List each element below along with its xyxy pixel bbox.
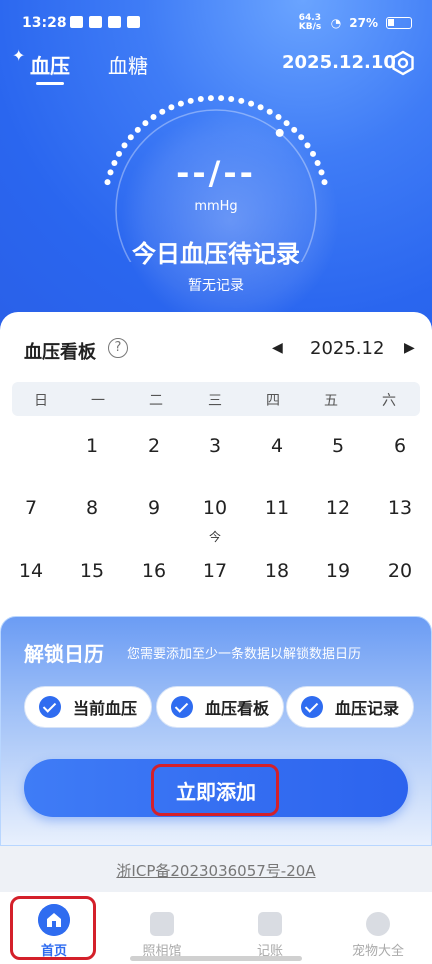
unlock-title: 解锁日历 [24, 642, 104, 666]
gauge-dot [168, 104, 175, 111]
gauge-dot [177, 100, 184, 107]
header-date[interactable]: 2025.12.10 [282, 52, 396, 73]
active-tab-indicator [36, 82, 64, 85]
calendar-day[interactable]: 4 [257, 435, 297, 457]
battery-icon [386, 17, 412, 29]
chip-label: 血压看板 [205, 699, 270, 718]
calendar-day-today[interactable]: 10 [195, 497, 235, 519]
calendar-day[interactable]: 19 [318, 560, 358, 582]
calendar-day[interactable]: 12 [318, 497, 358, 519]
calendar-day[interactable]: 11 [257, 497, 297, 519]
icp-link[interactable]: 浙ICP备2023036057号-20A [0, 860, 432, 881]
gauge-dot [257, 104, 264, 111]
notification-icon [127, 16, 140, 28]
notification-icon [89, 16, 102, 28]
calendar-day[interactable]: 14 [11, 560, 51, 582]
prev-month-button[interactable]: ◀ [272, 340, 283, 356]
weekday-label: 四 [266, 393, 280, 409]
today-status-title: 今日血压待记录 [132, 240, 300, 268]
calendar-day[interactable]: 9 [134, 497, 174, 519]
feature-chip: 血压记录 [286, 686, 414, 728]
calendar-day[interactable]: 13 [380, 497, 420, 519]
status-right: 64.3 KB/s ◔ 27% [299, 14, 412, 32]
gauge-dot [283, 120, 290, 127]
unlock-description: 您需要添加至少一条数据以解锁数据日历 [127, 647, 362, 662]
calendar-day[interactable]: 18 [257, 560, 297, 582]
nav-photo-studio[interactable]: 照相馆 [108, 892, 216, 964]
calendar-day[interactable]: 15 [72, 560, 112, 582]
weekday-label: 日 [34, 393, 48, 409]
gauge-dot [228, 96, 235, 102]
gauge-dot [218, 95, 225, 102]
battery-level: 27% [349, 16, 378, 30]
pressure-value: --/-- [176, 154, 256, 192]
gauge-dot [238, 97, 245, 104]
gauge-dot [197, 96, 204, 102]
status-bar: 13:28 64.3 KB/s ◔ 27% [0, 0, 432, 46]
today-status-subtitle: 暂无记录 [188, 278, 244, 294]
highlight-box [10, 896, 96, 960]
check-icon [301, 696, 323, 718]
settings-icon[interactable] [390, 50, 416, 76]
notification-icons [70, 16, 140, 28]
nav-pets[interactable]: 宠物大全 [324, 892, 432, 964]
gauge-dot [298, 134, 305, 141]
help-icon[interactable]: ? [108, 338, 128, 358]
pressure-unit: mmHg [194, 199, 238, 214]
tab-blood-pressure[interactable]: 血压 [30, 50, 70, 79]
calendar-day[interactable]: 5 [318, 435, 358, 457]
nav-bookkeeping[interactable]: 记账 [216, 892, 324, 964]
today-marker: 今 [208, 530, 221, 544]
gauge-dot [134, 126, 141, 133]
wallet-icon [258, 912, 282, 936]
wifi-icon: ◔ [330, 16, 342, 30]
feature-chip: 血压看板 [156, 686, 284, 728]
home-indicator [130, 956, 302, 961]
calendar-day[interactable]: 2 [134, 435, 174, 457]
sparkle-icon: ✦ [12, 46, 26, 65]
weekday-label: 三 [208, 393, 222, 409]
network-speed: 64.3 KB/s [298, 13, 322, 32]
gauge-dot [248, 100, 255, 107]
gauge-dot [127, 134, 134, 141]
gauge-dot [207, 95, 214, 102]
calendar-day[interactable]: 1 [72, 435, 112, 457]
gauge-dot [159, 108, 166, 115]
weekday-label: 一 [91, 393, 105, 409]
notification-icon [108, 16, 121, 28]
calendar-day[interactable]: 6 [380, 435, 420, 457]
check-icon [39, 696, 61, 718]
tab-blood-sugar[interactable]: 血糖 [108, 50, 148, 79]
gauge-dot [142, 120, 149, 127]
highlight-box [151, 764, 279, 816]
gauge-dot [150, 114, 157, 120]
gauge-dot [121, 142, 128, 149]
chip-label: 血压记录 [335, 699, 400, 718]
notification-icon [70, 16, 83, 28]
chip-label: 当前血压 [73, 699, 138, 718]
calendar-day[interactable]: 17 [195, 560, 235, 582]
gauge-dot [304, 142, 311, 149]
calendar-month: 2025.12 [310, 338, 385, 359]
weekday-label: 五 [324, 393, 338, 409]
feature-chip: 当前血压 [24, 686, 152, 728]
status-time: 13:28 [22, 15, 67, 31]
check-icon [171, 696, 193, 718]
weekday-label: 二 [149, 393, 163, 409]
gauge-dot [291, 126, 298, 133]
calendar-day[interactable]: 16 [134, 560, 174, 582]
gauge-dot [187, 97, 194, 104]
nav-pets-label: 宠物大全 [351, 944, 404, 959]
calendar-day[interactable]: 3 [195, 435, 235, 457]
photo-icon [150, 912, 174, 936]
gauge-dot [275, 114, 282, 120]
calendar-day[interactable]: 7 [11, 497, 51, 519]
calendar-day[interactable]: 8 [72, 497, 112, 519]
weekday-label: 六 [382, 393, 396, 409]
next-month-button[interactable]: ▶ [404, 340, 415, 356]
paw-icon [366, 912, 390, 936]
calendar-day[interactable]: 20 [380, 560, 420, 582]
board-title: 血压看板 [24, 342, 96, 363]
gauge-dot [266, 108, 273, 115]
